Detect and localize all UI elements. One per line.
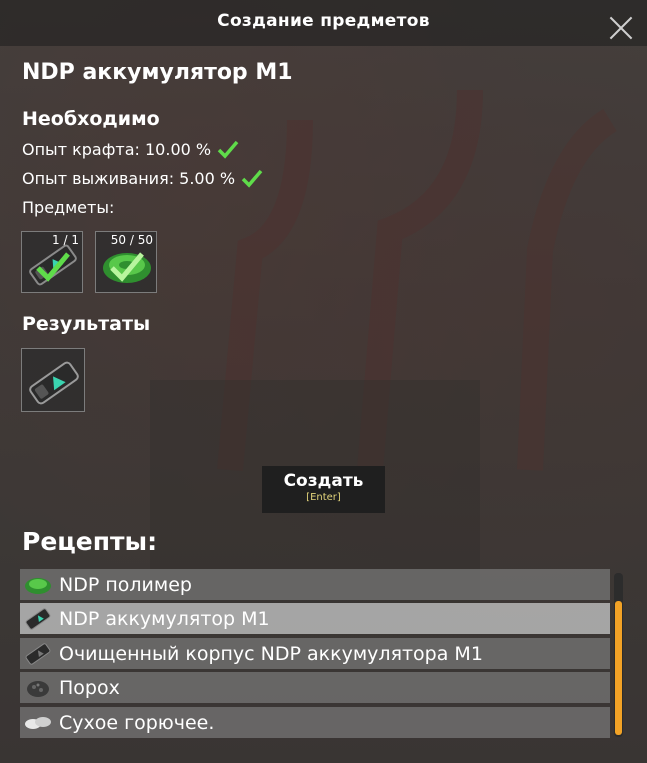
recipe-item-label: Очищенный корпус NDP аккумулятора М1 [59,642,483,665]
slot-count: 1 / 1 [52,233,79,247]
recipes-scrollbar[interactable] [614,573,623,737]
recipe-item-ndp-battery[interactable]: NDP аккумулятор М1 [20,603,610,634]
recipe-item-dry-fuel[interactable]: Сухое горючее. [20,707,610,738]
close-icon[interactable] [608,15,634,41]
requirement-crafting-xp: Опыт крафта: 10.00 % [22,139,239,159]
create-button[interactable]: Создать [Enter] [262,466,385,513]
window-title: Создание предметов [217,11,430,31]
requirements-heading: Необходимо [22,108,160,130]
dry-fuel-icon [25,716,51,729]
ingredient-slot-battery[interactable]: 1 / 1 [21,231,83,293]
recipe-item-label: NDP аккумулятор М1 [59,607,270,630]
recipes-scrollbar-thumb[interactable] [615,601,622,735]
create-button-label: Создать [283,471,364,491]
requirement-label: Опыт выживания: 5.00 % [22,168,236,188]
polymer-icon [25,577,51,594]
window-titlebar: Создание предметов [0,0,647,46]
results-heading: Результаты [22,313,151,335]
ingredient-slot-polymer[interactable]: 50 / 50 [95,231,157,293]
check-icon [241,169,263,188]
battery-icon [25,607,51,630]
recipe-item-gunpowder[interactable]: Порох [20,672,610,703]
recipe-item-battery-case[interactable]: Очищенный корпус NDP аккумулятора М1 [20,638,610,669]
crafted-item-name: NDP аккумулятор М1 [22,60,293,85]
recipe-item-label: NDP полимер [59,573,192,596]
requirement-survival-xp: Опыт выживания: 5.00 % [22,168,263,188]
recipe-item-ndp-polymer[interactable]: NDP полимер [20,569,610,600]
result-slot[interactable] [21,348,85,412]
slot-count: 50 / 50 [110,233,153,247]
recipe-item-label: Сухое горючее. [59,711,215,734]
create-button-hint: [Enter] [306,492,341,503]
requirement-label: Опыт крафта: 10.00 % [22,139,212,159]
items-label: Предметы: [22,198,115,217]
battery-icon [29,361,79,405]
recipe-item-label: Порох [59,676,120,699]
recipes-heading: Рецепты: [22,527,158,556]
battery-case-icon [25,642,51,665]
check-icon [217,140,239,159]
gunpowder-icon [27,680,49,697]
